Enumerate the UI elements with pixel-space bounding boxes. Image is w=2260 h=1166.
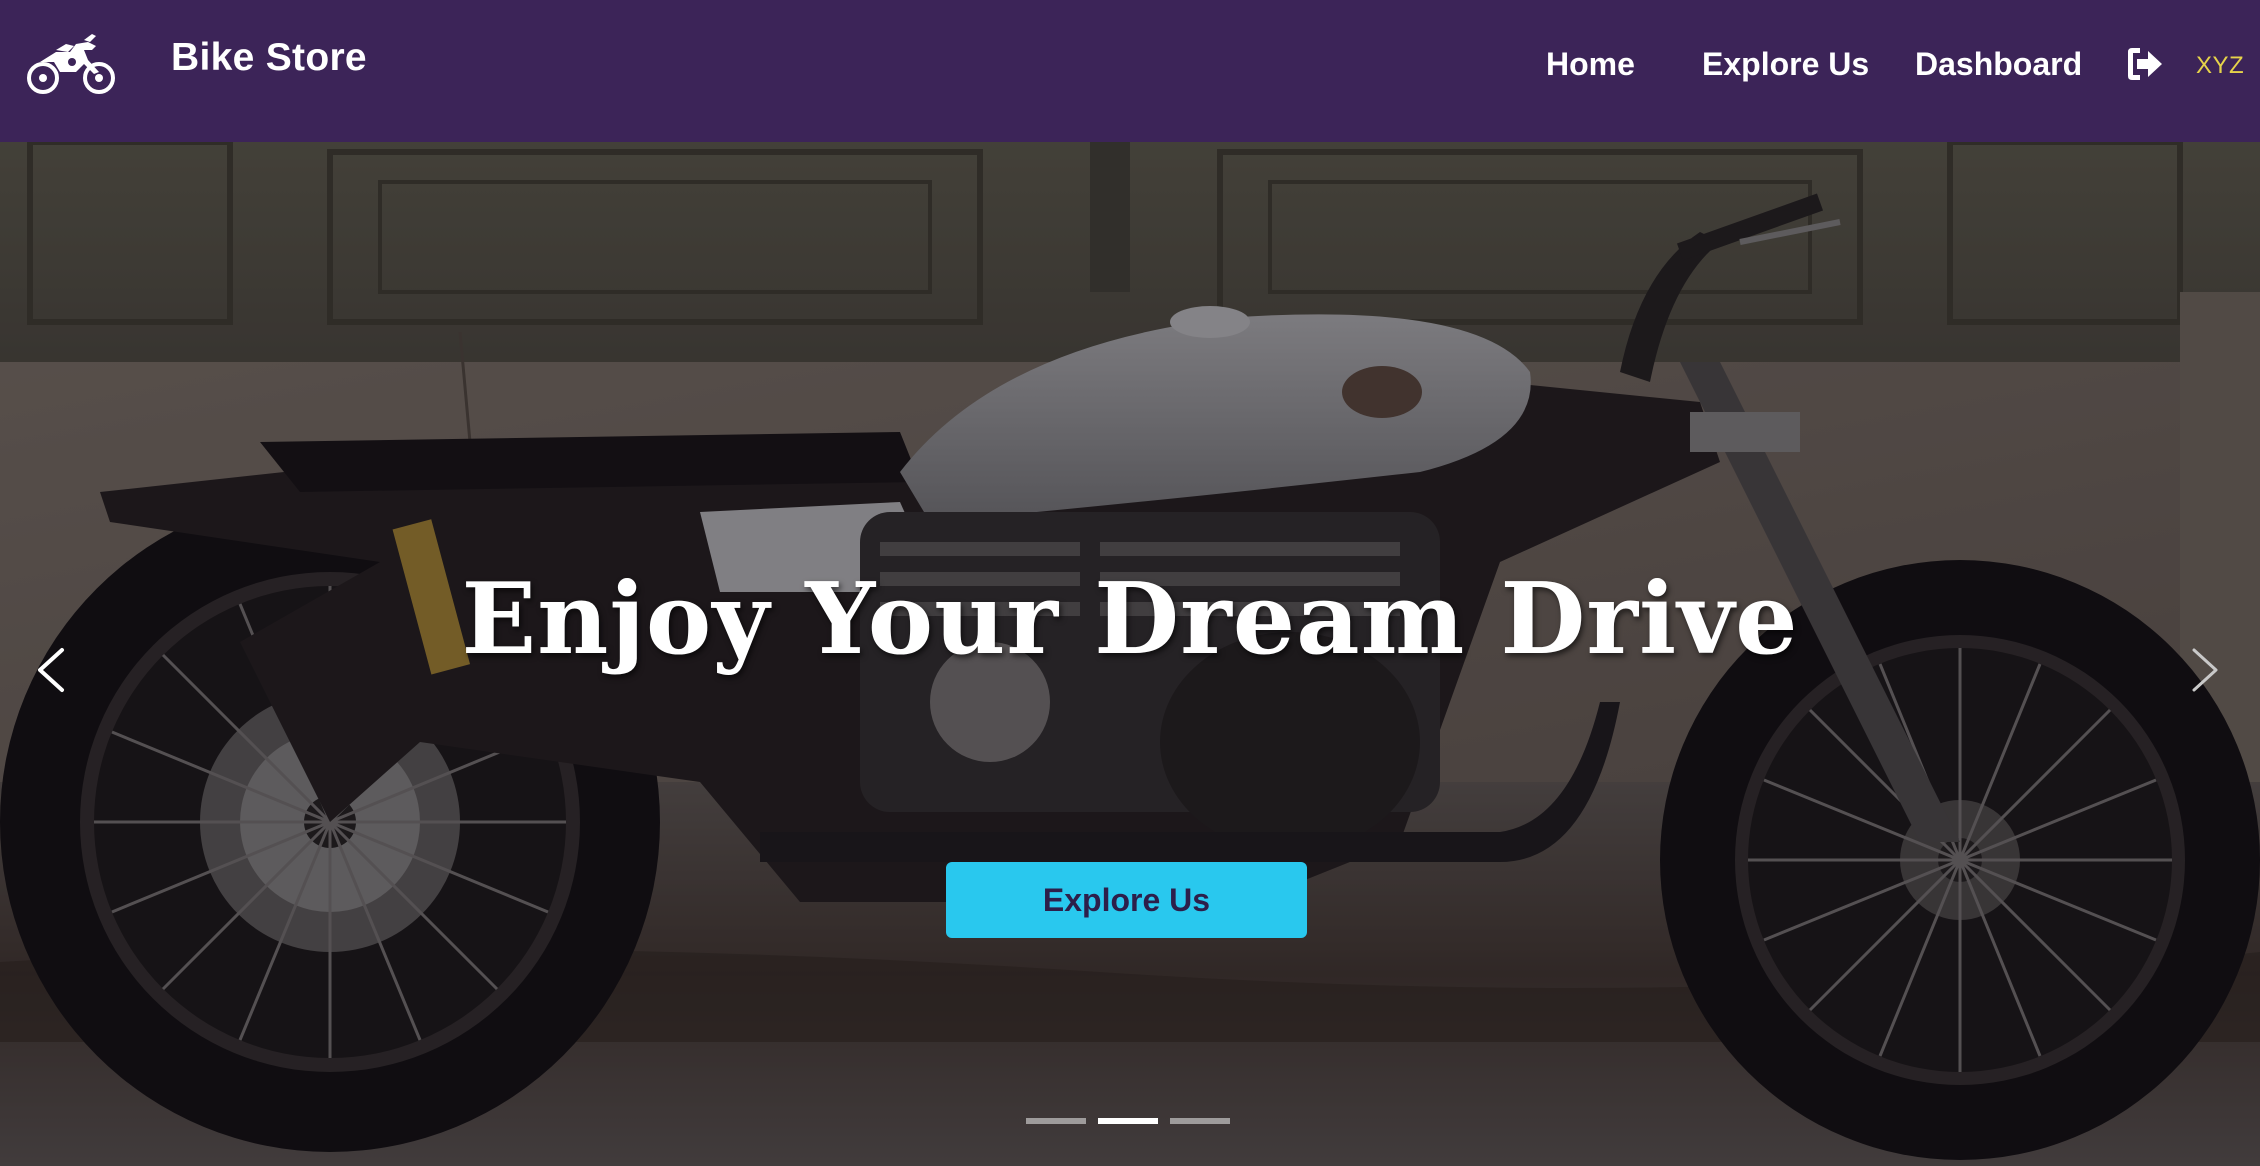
carousel-indicator-1[interactable] <box>1026 1118 1086 1124</box>
hero-carousel: Enjoy Your Dream Drive Explore Us <box>0 142 2260 1166</box>
nav-link-explore-us[interactable]: Explore Us <box>1702 46 1869 83</box>
motorcycle-icon <box>27 34 115 94</box>
carousel-indicator-2[interactable] <box>1098 1118 1158 1124</box>
carousel-indicator-3[interactable] <box>1170 1118 1230 1124</box>
brand-name: Bike Store <box>171 36 367 79</box>
sign-out-icon[interactable] <box>2124 46 2164 82</box>
navbar: Bike Store Home Explore Us Dashboard XYZ <box>0 0 2260 142</box>
nav-link-home[interactable]: Home <box>1546 46 1635 83</box>
user-name: XYZ <box>2196 52 2245 79</box>
chevron-right-icon[interactable] <box>2178 630 2228 710</box>
hero-title: Enjoy Your Dream Drive <box>461 562 1799 677</box>
explore-us-button[interactable]: Explore Us <box>946 862 1307 938</box>
carousel-indicators <box>1026 1118 1230 1124</box>
chevron-left-icon[interactable] <box>28 630 78 710</box>
nav-link-dashboard[interactable]: Dashboard <box>1915 46 2082 83</box>
